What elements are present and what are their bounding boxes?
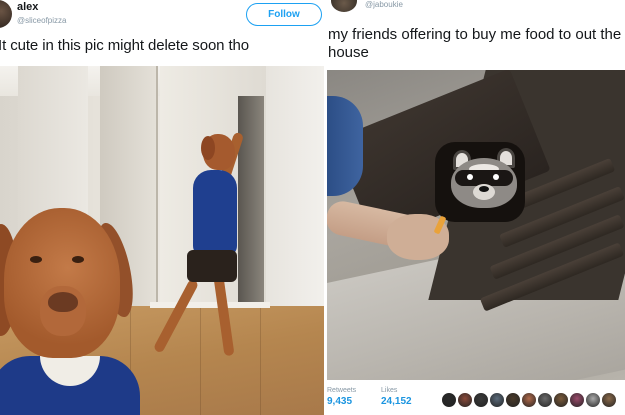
dog-eye (30, 256, 42, 263)
liker-avatar[interactable] (601, 392, 617, 408)
retweets-stat[interactable]: Retweets 9,435 (327, 387, 356, 407)
liker-avatar[interactable] (521, 392, 537, 408)
liker-avatar[interactable] (473, 392, 489, 408)
user-handle[interactable]: @sliceofpizza (17, 16, 66, 25)
likes-stat[interactable]: Likes 24,152 (381, 387, 412, 407)
person-leg (327, 96, 363, 196)
dog-shirt (193, 170, 237, 256)
liker-avatar[interactable] (457, 392, 473, 408)
liker-avatar[interactable] (505, 392, 521, 408)
raccoon-eye (493, 174, 499, 180)
raccoon-nose (479, 186, 489, 192)
dog-leg (213, 275, 235, 357)
tweet-text: my friends offering to buy me food to ou… (328, 26, 622, 61)
liker-avatar[interactable] (489, 392, 505, 408)
dog-nose (48, 292, 78, 312)
follow-button[interactable]: Follow (246, 3, 322, 26)
raccoon (445, 148, 523, 214)
engagement-stats: Retweets 9,435 Likes 24,152 (327, 382, 625, 415)
tweet-photo-dog-in-hallway[interactable] (0, 66, 324, 415)
foreground-dog (0, 206, 140, 415)
likes-label: Likes (381, 387, 398, 394)
display-name[interactable]: alex (17, 1, 38, 13)
avatar[interactable] (331, 0, 357, 12)
raccoon-eye (467, 174, 473, 180)
liker-avatar[interactable] (441, 392, 457, 408)
avatar[interactable] (0, 0, 12, 28)
right-tweet: @jaboukie my friends offering to buy me … (327, 0, 625, 415)
tweet-photo-raccoon-in-storm-drain[interactable] (327, 70, 625, 380)
dog-shorts (187, 250, 237, 282)
liker-avatar[interactable] (537, 392, 553, 408)
tweet-text: It cute in this pic might delete soon th… (0, 37, 250, 54)
floor-plank (260, 306, 261, 415)
likes-count: 24,152 (381, 396, 412, 407)
left-tweet: alex @sliceofpizza Follow It cute in thi… (0, 0, 324, 415)
liker-avatar[interactable] (569, 392, 585, 408)
liker-avatar[interactable] (585, 392, 601, 408)
user-handle[interactable]: @jaboukie (365, 0, 403, 9)
liker-avatar[interactable] (553, 392, 569, 408)
dog-ear (201, 136, 215, 160)
retweets-count: 9,435 (327, 396, 353, 407)
retweets-label: Retweets (327, 387, 357, 394)
meme-collage: alex @sliceofpizza Follow It cute in thi… (0, 0, 625, 415)
left-tweet-header: alex @sliceofpizza Follow It cute in thi… (0, 0, 324, 66)
standing-dog-figure (152, 126, 255, 366)
dog-eye (72, 256, 84, 263)
